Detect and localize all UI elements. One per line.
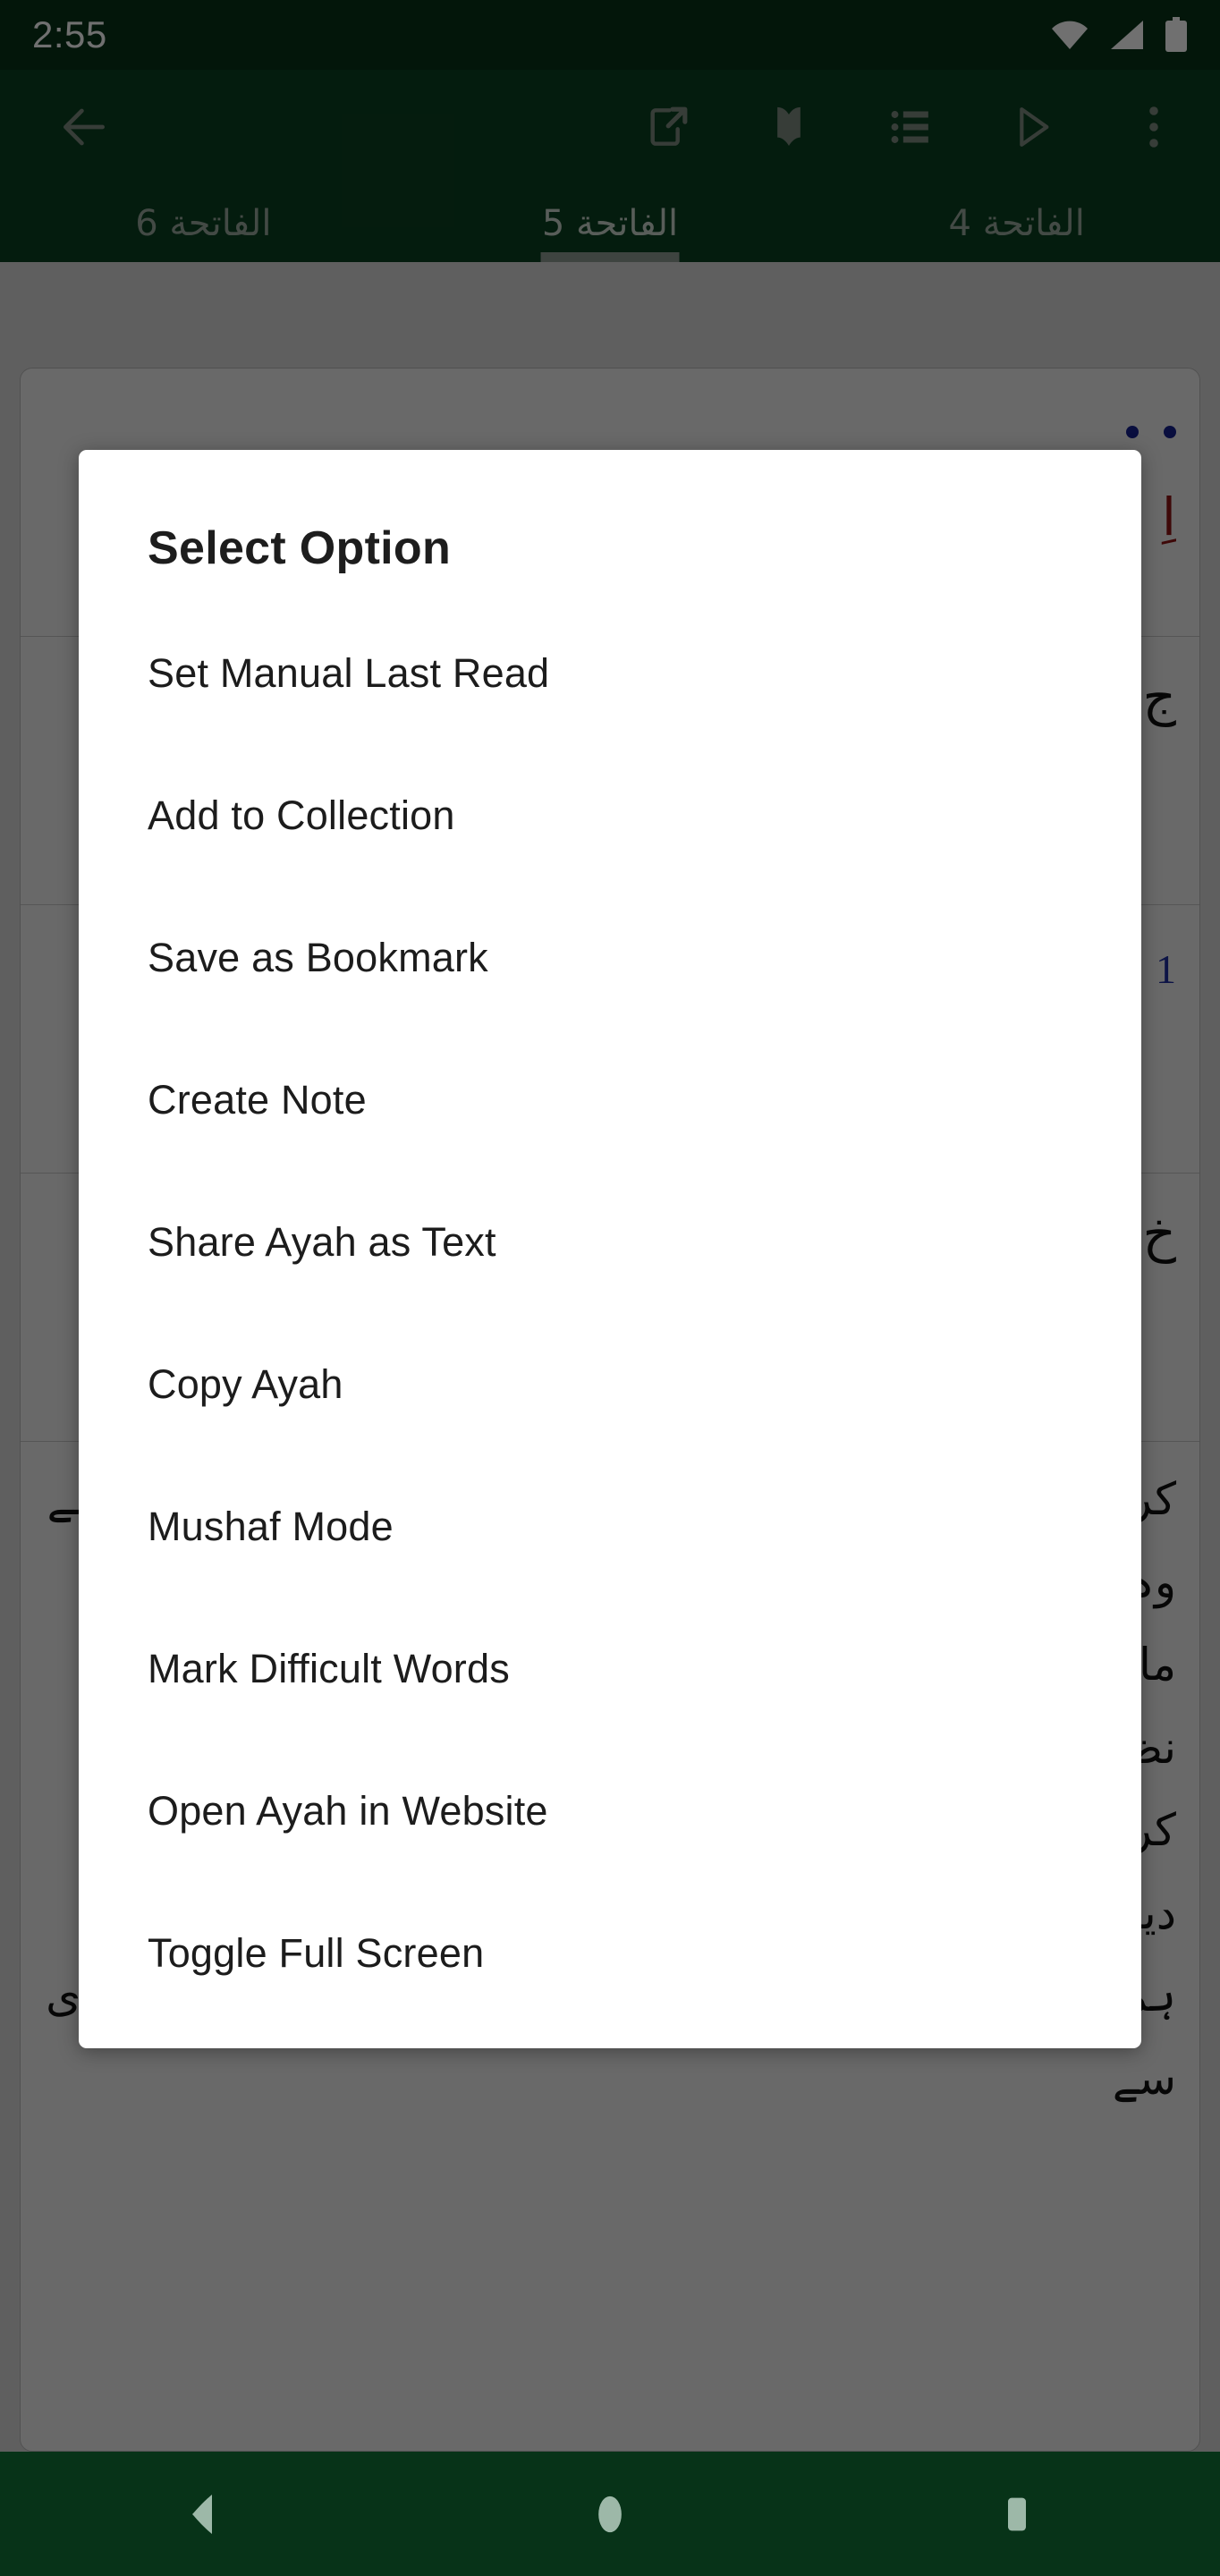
menu-item-create-note[interactable]: Create Note — [79, 1029, 1141, 1171]
menu-item-open-ayah-in-website[interactable]: Open Ayah in Website — [79, 1740, 1141, 1882]
phone-screen: اِ ج 1 خ کر دیا گیا ہے ان ہی دونوں سے سم… — [0, 0, 1220, 2576]
select-option-dialog: Select Option Set Manual Last Read Add t… — [79, 450, 1141, 2048]
menu-item-label: Set Manual Last Read — [148, 649, 550, 696]
menu-item-label: Add to Collection — [148, 792, 455, 838]
menu-item-copy-ayah[interactable]: Copy Ayah — [79, 1313, 1141, 1455]
menu-item-label: Save as Bookmark — [148, 934, 488, 980]
menu-item-mark-difficult-words[interactable]: Mark Difficult Words — [79, 1597, 1141, 1740]
android-recents-button[interactable] — [813, 2452, 1220, 2576]
android-navigation-bar — [0, 2452, 1220, 2576]
android-home-button[interactable] — [407, 2452, 814, 2576]
triangle-back-icon — [192, 2494, 213, 2534]
menu-item-save-as-bookmark[interactable]: Save as Bookmark — [79, 886, 1141, 1029]
menu-item-label: Copy Ayah — [148, 1360, 343, 1407]
dialog-menu-list: Set Manual Last Read Add to Collection S… — [79, 602, 1141, 2024]
circle-home-icon — [598, 2496, 622, 2532]
dialog-title: Select Option — [148, 522, 452, 574]
menu-item-label: Mushaf Mode — [148, 1503, 394, 1549]
android-back-button[interactable] — [0, 2452, 407, 2576]
menu-item-label: Mark Difficult Words — [148, 1645, 510, 1691]
menu-item-label: Toggle Full Screen — [148, 1929, 485, 1976]
menu-item-add-to-collection[interactable]: Add to Collection — [79, 744, 1141, 886]
menu-item-toggle-full-screen[interactable]: Toggle Full Screen — [79, 1882, 1141, 2024]
menu-item-set-manual-last-read[interactable]: Set Manual Last Read — [79, 602, 1141, 744]
menu-item-label: Share Ayah as Text — [148, 1218, 496, 1265]
menu-item-label: Create Note — [148, 1076, 367, 1123]
menu-item-mushaf-mode[interactable]: Mushaf Mode — [79, 1455, 1141, 1597]
square-recents-icon — [1007, 2497, 1026, 2530]
menu-item-label: Open Ayah in Website — [148, 1787, 548, 1834]
menu-item-share-ayah-as-text[interactable]: Share Ayah as Text — [79, 1171, 1141, 1313]
